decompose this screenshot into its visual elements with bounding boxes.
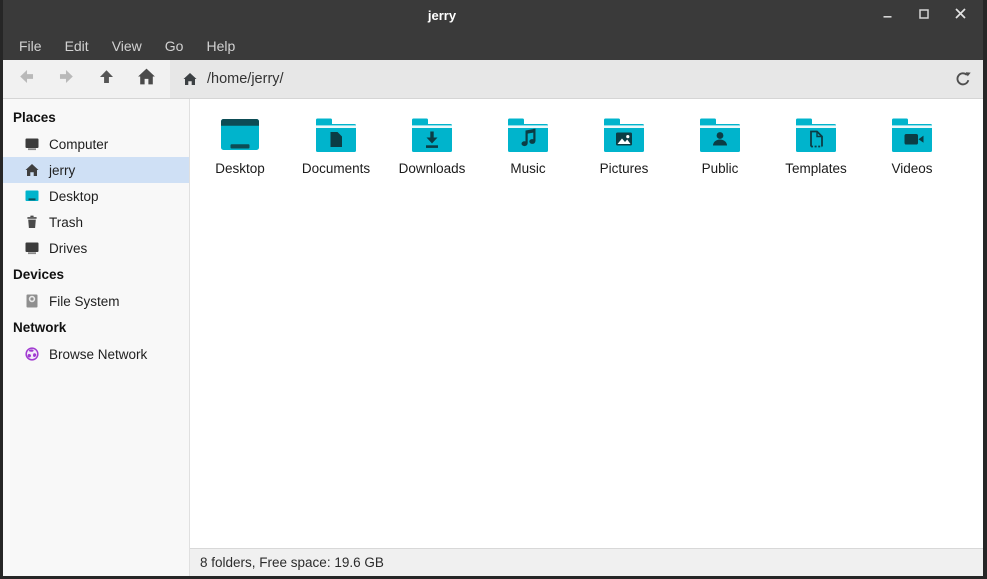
pictures-folder-icon (602, 116, 646, 154)
desktop-special-folder-icon (218, 116, 262, 154)
menu-go[interactable]: Go (162, 36, 187, 56)
sidebar-item-jerry[interactable]: jerry (3, 157, 189, 183)
file-item-desktop[interactable]: Desktop (192, 114, 288, 176)
file-label: Documents (302, 161, 370, 176)
music-folder-icon (506, 116, 550, 154)
sidebar-item-file-system[interactable]: File System (3, 288, 189, 314)
reload-button[interactable] (943, 69, 983, 89)
path-text: /home/jerry/ (207, 71, 284, 87)
filesystem-icon (24, 293, 40, 309)
window-controls (881, 9, 983, 23)
sidebar-item-label: Browse Network (49, 347, 147, 362)
sidebar-item-label: jerry (49, 163, 75, 178)
sidebar-item-label: Trash (49, 215, 83, 230)
menu-edit[interactable]: Edit (62, 36, 92, 56)
public-folder-icon (698, 116, 742, 154)
file-item-public[interactable]: Public (672, 114, 768, 176)
sidebar-item-label: Computer (49, 137, 108, 152)
maximize-icon (918, 7, 930, 25)
file-label: Downloads (399, 161, 466, 176)
sidebar-item-desktop[interactable]: Desktop (3, 183, 189, 209)
file-label: Pictures (600, 161, 649, 176)
statusbar: 8 folders, Free space: 19.6 GB (190, 548, 983, 576)
menu-view[interactable]: View (109, 36, 145, 56)
home-icon (24, 162, 40, 178)
sidebar-section-places: Places (3, 104, 189, 131)
app-body: Places Computer jerry Desktop Trash Drives Dev… (3, 99, 983, 576)
file-label: Music (510, 161, 545, 176)
computer-icon (24, 136, 40, 152)
titlebar: jerry (3, 0, 983, 32)
sidebar-item-computer[interactable]: Computer (3, 131, 189, 157)
up-arrow-icon (96, 66, 117, 92)
file-item-documents[interactable]: Documents (288, 114, 384, 176)
documents-folder-icon (314, 116, 358, 154)
main-pane: Desktop Documents Downloads Music Pictures Pu… (190, 99, 983, 576)
file-item-pictures[interactable]: Pictures (576, 114, 672, 176)
file-label: Desktop (215, 161, 265, 176)
sidebar-item-label: Desktop (49, 189, 99, 204)
status-text: 8 folders, Free space: 19.6 GB (200, 555, 384, 570)
toolbar: /home/jerry/ (3, 60, 983, 99)
file-item-templates[interactable]: Templates (768, 114, 864, 176)
sidebar-section-devices: Devices (3, 261, 189, 288)
sidebar-item-label: Drives (49, 241, 87, 256)
templates-folder-icon (794, 116, 838, 154)
sidebar-item-label: File System (49, 294, 120, 309)
sidebar-item-trash[interactable]: Trash (3, 209, 189, 235)
sidebar: Places Computer jerry Desktop Trash Drives Dev… (3, 99, 190, 576)
file-item-videos[interactable]: Videos (864, 114, 960, 176)
sidebar-item-browse-network[interactable]: Browse Network (3, 341, 189, 367)
title-area: jerry (3, 7, 881, 25)
close-button[interactable] (953, 9, 967, 23)
back-button[interactable] (15, 68, 38, 91)
sidebar-section-network: Network (3, 314, 189, 341)
drives-icon (24, 240, 40, 256)
menu-help[interactable]: Help (203, 36, 238, 56)
menu-file[interactable]: File (16, 36, 45, 56)
home-icon (136, 66, 157, 92)
close-icon (954, 7, 967, 25)
home-button[interactable] (135, 68, 158, 91)
pathbar[interactable]: /home/jerry/ (170, 60, 983, 98)
minimize-icon (882, 7, 894, 25)
file-label: Templates (785, 161, 847, 176)
window-title: jerry (428, 8, 456, 23)
sidebar-item-drives[interactable]: Drives (3, 235, 189, 261)
minimize-button[interactable] (881, 9, 895, 23)
file-grid: Desktop Documents Downloads Music Pictures Pu… (190, 99, 983, 548)
file-label: Public (702, 161, 739, 176)
menubar: File Edit View Go Help (3, 32, 983, 60)
trash-icon (24, 214, 40, 230)
nav-buttons (3, 60, 158, 98)
back-arrow-icon (16, 66, 37, 92)
file-manager-window: jerry File Edit View Go Help /home/jerry/ Pl… (0, 0, 987, 579)
forward-button[interactable] (55, 68, 78, 91)
file-item-music[interactable]: Music (480, 114, 576, 176)
path-home-icon (182, 71, 198, 87)
file-item-downloads[interactable]: Downloads (384, 114, 480, 176)
file-label: Videos (891, 161, 932, 176)
up-button[interactable] (95, 68, 118, 91)
maximize-button[interactable] (917, 9, 931, 23)
downloads-folder-icon (410, 116, 454, 154)
forward-arrow-icon (56, 66, 77, 92)
network-icon (24, 346, 40, 362)
videos-folder-icon (890, 116, 934, 154)
desktop-icon (24, 188, 40, 204)
